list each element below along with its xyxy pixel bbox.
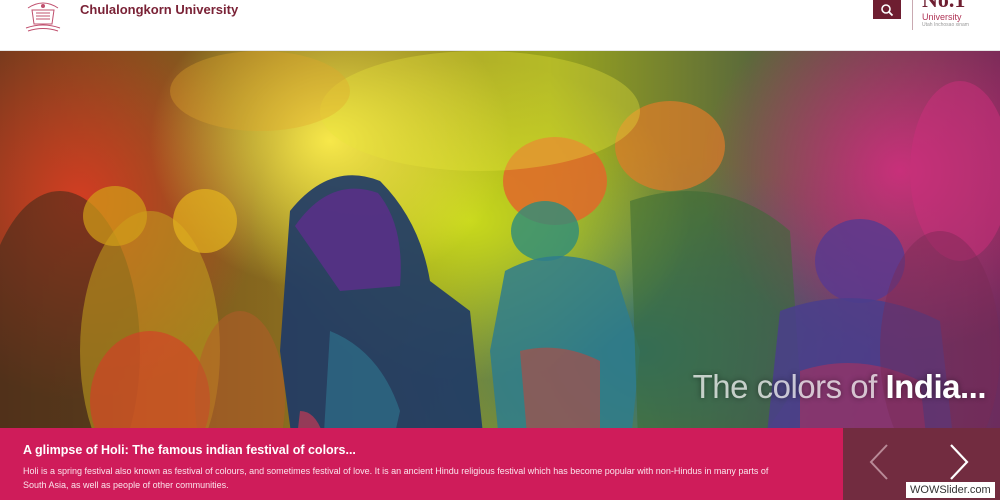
university-crest-logo[interactable]: [20, 0, 66, 36]
next-slide-button[interactable]: [937, 441, 979, 483]
ranking-badge: No.1 University Utah Inchosao xinam: [922, 0, 992, 28]
search-button[interactable]: [873, 0, 901, 19]
tagline-bold: India...: [885, 368, 986, 405]
previous-slide-button[interactable]: [859, 441, 901, 483]
caption-title[interactable]: A glimpse of Holi: The famous indian fes…: [23, 442, 843, 458]
rank-subtext: Utah Inchosao xinam: [922, 22, 969, 28]
tagline-light: The colors of: [692, 368, 886, 405]
rank-number: No.1: [922, 0, 992, 12]
wowslider-watermark[interactable]: WOWSlider.com: [906, 482, 995, 498]
university-name[interactable]: Chulalongkorn University: [80, 2, 238, 17]
rank-label: University: [922, 12, 962, 22]
slide-caption: A glimpse of Holi: The famous indian fes…: [0, 428, 843, 500]
chevron-right-icon: [950, 444, 969, 480]
slide-tagline: The colors of India...: [692, 368, 987, 406]
chevron-left-icon: [869, 444, 888, 480]
caption-text: Holi is a spring festival also known as …: [23, 466, 769, 490]
search-icon: [881, 3, 894, 16]
header-divider: [912, 0, 913, 30]
site-header: Chulalongkorn University No.1 University…: [0, 0, 1000, 51]
